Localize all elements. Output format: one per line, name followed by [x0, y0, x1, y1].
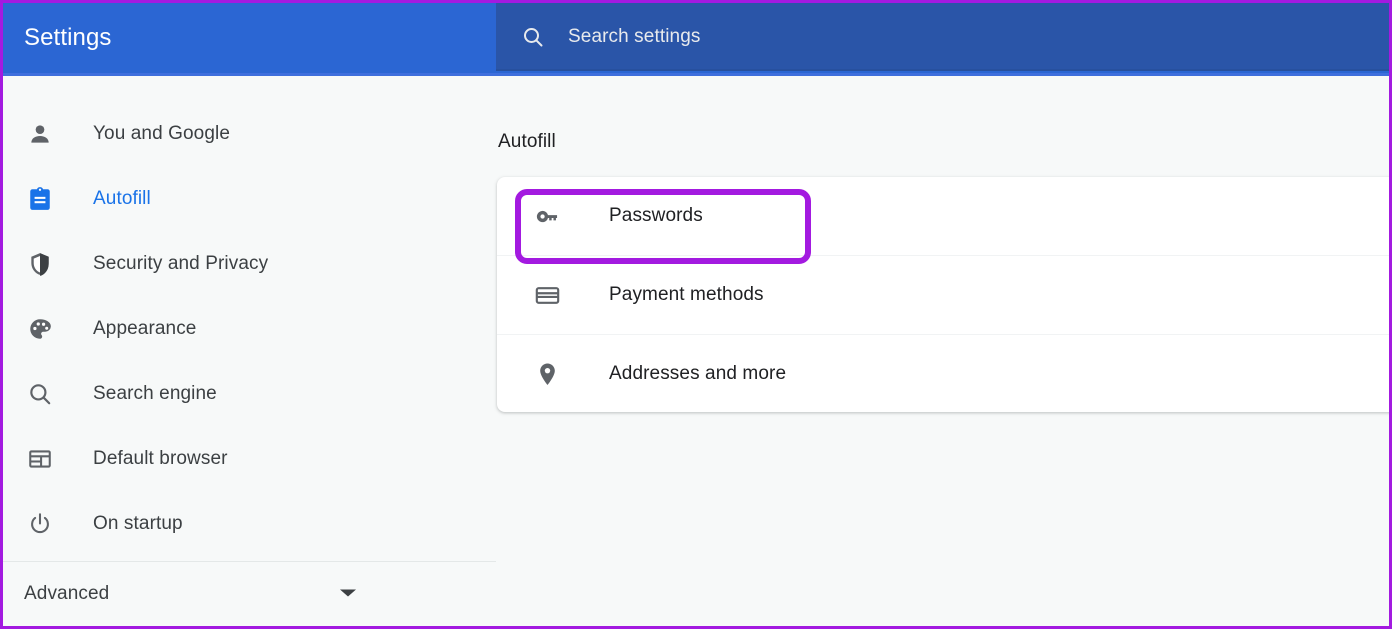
header-title-area: Settings [3, 3, 496, 73]
settings-header: Settings Search settings [3, 3, 1389, 73]
sidebar-item-you-and-google[interactable]: You and Google [3, 101, 496, 166]
card-row-payment-methods[interactable]: Payment methods [497, 255, 1389, 334]
autofill-options-card: Passwords Payment methods Addresses and … [497, 177, 1389, 412]
key-icon [533, 202, 561, 230]
credit-card-icon [533, 281, 561, 309]
card-row-label: Addresses and more [609, 363, 787, 384]
clipboard-icon [24, 183, 56, 215]
sidebar-item-default-browser[interactable]: Default browser [3, 426, 496, 491]
sidebar-item-security-and-privacy[interactable]: Security and Privacy [3, 231, 496, 296]
search-icon [24, 378, 56, 410]
shield-icon [24, 248, 56, 280]
settings-main-panel: Autofill Passwords Payment methods Addre… [496, 76, 1389, 626]
page-header-title: Settings [24, 24, 112, 51]
sidebar-item-on-startup[interactable]: On startup [3, 491, 496, 556]
page-title: Autofill [498, 131, 556, 152]
palette-icon [24, 313, 56, 345]
sidebar-item-label: Search engine [93, 382, 217, 404]
chrome-settings-window: Settings Search settings You and Google … [0, 0, 1392, 629]
sidebar-advanced-label: Advanced [24, 583, 110, 604]
search-icon [521, 25, 545, 49]
sidebar-advanced-toggle[interactable]: Advanced [3, 562, 496, 626]
browser-window-icon [24, 443, 56, 475]
search-settings-field[interactable]: Search settings [496, 3, 1389, 71]
sidebar-item-label: On startup [93, 512, 183, 534]
sidebar-item-autofill[interactable]: Autofill [3, 166, 496, 231]
sidebar-item-appearance[interactable]: Appearance [3, 296, 496, 361]
sidebar-item-label: Autofill [93, 187, 151, 209]
card-row-label: Passwords [609, 205, 703, 226]
chevron-down-icon[interactable] [337, 586, 359, 600]
settings-sidebar: You and Google Autofill Security and Pri… [3, 76, 496, 626]
card-row-label: Payment methods [609, 284, 764, 305]
sidebar-item-search-engine[interactable]: Search engine [3, 361, 496, 426]
card-row-passwords[interactable]: Passwords [497, 177, 1389, 255]
sidebar-item-label: You and Google [93, 122, 230, 144]
power-icon [24, 508, 56, 540]
sidebar-item-label: Default browser [93, 447, 228, 469]
settings-body: You and Google Autofill Security and Pri… [3, 76, 1389, 626]
card-row-addresses-and-more[interactable]: Addresses and more [497, 334, 1389, 412]
sidebar-item-label: Security and Privacy [93, 252, 269, 274]
location-pin-icon [533, 360, 561, 388]
search-input-placeholder[interactable]: Search settings [568, 26, 700, 48]
sidebar-item-label: Appearance [93, 317, 197, 339]
person-icon [24, 118, 56, 150]
